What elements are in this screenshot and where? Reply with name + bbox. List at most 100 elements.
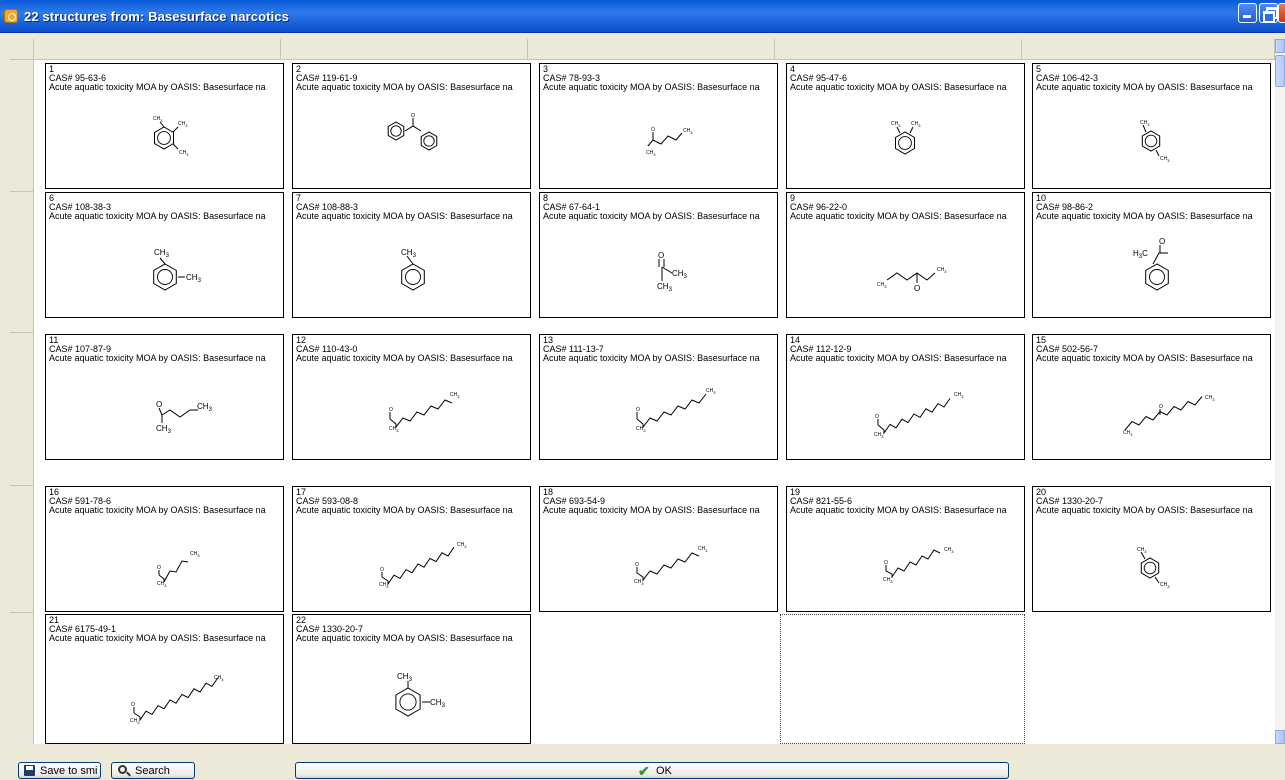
structure-drawing: O CH3 CH3 bbox=[1123, 395, 1215, 437]
structure-drawing: CH3 CH3 bbox=[395, 672, 446, 717]
atom-label: O bbox=[131, 702, 135, 708]
moa-description: Acute aquatic toxicity MOA by OASIS: Bas… bbox=[1036, 353, 1253, 364]
moa-description: Acute aquatic toxicity MOA by OASIS: Bas… bbox=[543, 353, 760, 364]
molecule-structure: O CH3 CH3 bbox=[46, 519, 283, 611]
atom-label: CH3 bbox=[450, 392, 460, 399]
structure-card[interactable]: 16 CAS# 591-78-6 Acute aquatic toxicity … bbox=[45, 486, 284, 612]
moa-description: Acute aquatic toxicity MOA by OASIS: Bas… bbox=[49, 633, 266, 644]
atom-label: O bbox=[389, 407, 393, 413]
structure-card[interactable]: 21 CAS# 6175-49-1 Acute aquatic toxicity… bbox=[45, 614, 284, 744]
structure-card[interactable]: 4 CAS# 95-47-6 Acute aquatic toxicity MO… bbox=[786, 63, 1025, 189]
molecule-structure: H3C O bbox=[1033, 225, 1270, 317]
floppy-disk-icon bbox=[24, 765, 35, 776]
structure-drawing: O CH3 CH3 bbox=[877, 267, 947, 293]
title-bar: 22 structures from: Basesurface narcotic… bbox=[0, 0, 1285, 33]
save-to-smi-label: Save to smi bbox=[40, 765, 98, 777]
structure-card[interactable]: 2 CAS# 119-61-9 Acute aquatic toxicity M… bbox=[292, 63, 531, 189]
structure-card[interactable]: 11 CAS# 107-87-9 Acute aquatic toxicity … bbox=[45, 334, 284, 460]
molecule-structure: CH3 bbox=[293, 225, 530, 317]
molecule-structure: O CH3 CH3 bbox=[787, 225, 1024, 317]
column-header[interactable] bbox=[1022, 39, 1275, 60]
atom-label: CH3 bbox=[1140, 120, 1150, 127]
structure-card[interactable]: 12 CAS# 110-43-0 Acute aquatic toxicity … bbox=[292, 334, 531, 460]
structure-card[interactable]: 20 CAS# 1330-20-7 Acute aquatic toxicity… bbox=[1032, 486, 1271, 612]
atom-label: CH3 bbox=[157, 581, 167, 588]
structure-card[interactable]: 3 CAS# 78-93-3 Acute aquatic toxicity MO… bbox=[539, 63, 778, 189]
structure-card[interactable]: 17 CAS# 593-08-8 Acute aquatic toxicity … bbox=[292, 486, 531, 612]
structure-card[interactable]: 7 CAS# 108-88-3 Acute aquatic toxicity M… bbox=[292, 192, 531, 318]
moa-description: Acute aquatic toxicity MOA by OASIS: Bas… bbox=[1036, 505, 1253, 516]
atom-label: O bbox=[635, 562, 639, 568]
atom-label: O bbox=[411, 113, 415, 119]
structure-drawing: CH3 CH3 bbox=[1137, 547, 1170, 589]
atom-label: O bbox=[1159, 237, 1165, 246]
molecule-structure: O CH3 CH3 bbox=[540, 367, 777, 459]
structure-card[interactable]: 19 CAS# 821-55-6 Acute aquatic toxicity … bbox=[786, 486, 1025, 612]
scroll-up-arrow[interactable] bbox=[1275, 39, 1285, 53]
atom-label: CH3 bbox=[891, 121, 901, 128]
column-header[interactable] bbox=[775, 39, 1022, 60]
structure-drawing: CH3 CH3 bbox=[1140, 120, 1170, 163]
ok-button[interactable]: ✔ OK bbox=[295, 762, 1009, 779]
structure-drawing: O CH3 CH3 bbox=[389, 392, 460, 433]
moa-description: Acute aquatic toxicity MOA by OASIS: Bas… bbox=[1036, 82, 1253, 93]
structure-card[interactable]: 6 CAS# 108-38-3 Acute aquatic toxicity M… bbox=[45, 192, 284, 318]
structure-drawing: O CH3 CH3 bbox=[156, 400, 213, 435]
minimize-button[interactable] bbox=[1238, 3, 1257, 23]
structure-card[interactable]: 1 CAS# 95-63-6 Acute aquatic toxicity MO… bbox=[45, 63, 284, 189]
molecule-structure: CH3 CH3 bbox=[787, 96, 1024, 188]
structure-card[interactable]: 13 CAS# 111-13-7 Acute aquatic toxicity … bbox=[539, 334, 778, 460]
magnifier-icon bbox=[118, 765, 127, 774]
atom-label: CH3 bbox=[1160, 156, 1170, 163]
selected-empty-cell[interactable] bbox=[780, 614, 1025, 744]
window-title: 22 structures from: Basesurface narcotic… bbox=[24, 9, 289, 24]
structure-card[interactable]: 5 CAS# 106-42-3 Acute aquatic toxicity M… bbox=[1032, 63, 1271, 189]
moa-description: Acute aquatic toxicity MOA by OASIS: Bas… bbox=[49, 353, 266, 364]
atom-label: O bbox=[884, 560, 888, 566]
atom-label: H3C bbox=[1133, 249, 1148, 260]
atom-label: CH3 bbox=[190, 551, 200, 558]
scroll-down-arrow[interactable] bbox=[1275, 730, 1285, 744]
molecule-structure: O bbox=[293, 96, 530, 188]
structure-card[interactable]: 18 CAS# 693-54-9 Acute aquatic toxicity … bbox=[539, 486, 778, 612]
atom-label: CH3 bbox=[636, 426, 646, 433]
column-header[interactable] bbox=[34, 39, 281, 60]
structure-card[interactable]: 8 CAS# 67-64-1 Acute aquatic toxicity MO… bbox=[539, 192, 778, 318]
structure-card[interactable]: 14 CAS# 112-12-9 Acute aquatic toxicity … bbox=[786, 334, 1025, 460]
search-button[interactable]: Search bbox=[111, 762, 195, 779]
molecule-structure: O CH3 CH3 bbox=[1033, 367, 1270, 459]
atom-label: O bbox=[156, 400, 162, 409]
atom-label: CH3 bbox=[430, 698, 446, 709]
atom-label: CH3 bbox=[706, 388, 716, 395]
moa-description: Acute aquatic toxicity MOA by OASIS: Bas… bbox=[296, 633, 513, 644]
atom-label: O bbox=[875, 414, 879, 420]
atom-label: CH3 bbox=[937, 267, 947, 274]
atom-label: CH3 bbox=[1160, 582, 1170, 589]
moa-description: Acute aquatic toxicity MOA by OASIS: Bas… bbox=[543, 82, 760, 93]
structure-card[interactable]: 15 CAS# 502-56-7 Acute aquatic toxicity … bbox=[1032, 334, 1271, 460]
structure-card[interactable]: 10 CAS# 98-86-2 Acute aquatic toxicity M… bbox=[1032, 192, 1271, 318]
save-to-smi-button[interactable]: Save to smi bbox=[18, 762, 101, 779]
moa-description: Acute aquatic toxicity MOA by OASIS: Bas… bbox=[296, 211, 513, 222]
structure-drawing: CH3 CH3 CH3 bbox=[153, 116, 189, 157]
scroll-thumb[interactable] bbox=[1275, 55, 1285, 87]
atom-label: CH3 bbox=[186, 273, 202, 284]
moa-description: Acute aquatic toxicity MOA by OASIS: Bas… bbox=[49, 211, 266, 222]
moa-description: Acute aquatic toxicity MOA by OASIS: Bas… bbox=[296, 82, 513, 93]
structure-grid[interactable]: 1 CAS# 95-63-6 Acute aquatic toxicity MO… bbox=[10, 39, 1285, 744]
atom-label: CH3 bbox=[1137, 547, 1147, 554]
vertical-scrollbar[interactable] bbox=[1275, 39, 1285, 744]
atom-label: CH3 bbox=[646, 150, 656, 157]
close-button[interactable] bbox=[1278, 3, 1285, 23]
restore-button[interactable] bbox=[1259, 3, 1278, 23]
row-header-column bbox=[10, 60, 34, 744]
atom-label: O bbox=[636, 407, 640, 413]
moa-description: Acute aquatic toxicity MOA by OASIS: Bas… bbox=[49, 82, 266, 93]
molecule-structure: O CH3 CH3 bbox=[293, 367, 530, 459]
molecule-structure: O CH3 CH3 bbox=[46, 647, 283, 741]
molecule-structure: O CH3 CH3 bbox=[787, 519, 1024, 611]
structure-card[interactable]: 22 CAS# 1330-20-7 Acute aquatic toxicity… bbox=[292, 614, 531, 744]
structure-card[interactable]: 9 CAS# 96-22-0 Acute aquatic toxicity MO… bbox=[786, 192, 1025, 318]
column-header[interactable] bbox=[528, 39, 775, 60]
column-header[interactable] bbox=[281, 39, 528, 60]
